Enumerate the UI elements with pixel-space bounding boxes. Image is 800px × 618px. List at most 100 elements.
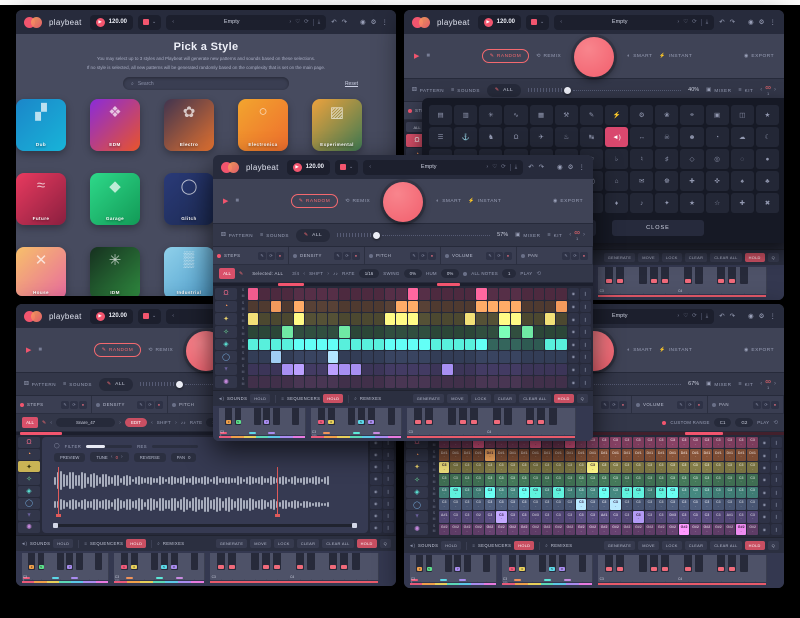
step-cell[interactable] (556, 364, 566, 376)
kit-button[interactable]: ≡KIT (738, 87, 753, 93)
track-icon-4[interactable]: ✧ (18, 473, 40, 484)
preset-next-icon[interactable]: › (289, 19, 291, 25)
mixer-button[interactable]: ▣MIXER (706, 381, 731, 387)
style-tile-house[interactable]: ✕House (16, 247, 66, 296)
download-icon[interactable]: ⤓ (318, 19, 320, 26)
pitch-cell[interactable]: G#2⌄ (690, 524, 700, 535)
row-fader[interactable]: ∥ (580, 288, 591, 300)
record-dot[interactable] (217, 254, 221, 258)
all-notes-value[interactable]: 1 (502, 269, 516, 278)
track-icon-7[interactable]: ♆ (18, 510, 40, 521)
black-key[interactable]: 3 (519, 555, 526, 572)
sounds-hold-button[interactable]: HOLD (53, 539, 73, 548)
kebab-icon[interactable]: ⋮ (579, 163, 586, 171)
row-output-button[interactable]: ◉ (759, 524, 770, 535)
step-cell[interactable] (339, 376, 349, 388)
step-cell[interactable] (317, 376, 327, 388)
style-tile-industrial[interactable]: ▒Industrial (164, 247, 214, 296)
pitch-cell[interactable]: C3⌄ (450, 499, 460, 510)
pattern-toggle[interactable]: ⚄PATTERN (221, 232, 253, 238)
step-cell[interactable] (534, 301, 544, 313)
black-key[interactable]: 7 (454, 555, 461, 572)
step-cell[interactable] (408, 351, 418, 363)
midi-toggle[interactable]: ⌄ (526, 15, 549, 30)
pitch-cell[interactable]: C3⌄ (565, 474, 575, 485)
pitch-cell[interactable]: C3⌄ (633, 474, 643, 485)
pitch-cell[interactable]: D#1⌄ (667, 449, 677, 460)
step-cell[interactable] (385, 301, 395, 313)
step-cell[interactable] (305, 351, 315, 363)
style-tile-electronica[interactable]: ○Electronica (238, 99, 288, 151)
pitch-cell[interactable]: C3⌄ (622, 487, 632, 498)
pitch-cell[interactable]: C3⌄ (462, 474, 472, 485)
style-tile-glitch[interactable]: ◯Glitch (164, 173, 214, 225)
pitch-cell[interactable]: D#1⌄ (713, 449, 723, 460)
step-cell[interactable] (545, 301, 555, 313)
black-key[interactable] (307, 553, 315, 570)
pitch-cell[interactable]: C3⌄ (439, 474, 449, 485)
step-cell[interactable] (294, 288, 304, 300)
pitch-cell[interactable]: C3⌄ (747, 487, 757, 498)
pattern-selector[interactable]: ‹∞1› (569, 230, 585, 241)
chevron-left-icon[interactable]: ‹ (151, 420, 153, 426)
instant-button[interactable]: ⚡INSTANT (468, 198, 501, 204)
pitch-cell[interactable]: C3⌄ (690, 462, 700, 473)
pitch-cell[interactable]: C3⌄ (633, 437, 643, 448)
refresh-icon[interactable]: ⟳ (501, 164, 506, 170)
step-cell[interactable] (408, 376, 418, 388)
sound-icon[interactable]: ✈ (530, 127, 553, 147)
pitch-cell[interactable]: G#2⌄ (713, 524, 723, 535)
sound-icon[interactable]: ♨ (555, 127, 578, 147)
pencil-icon[interactable]: ✎ (61, 401, 69, 409)
step-cell[interactable] (511, 288, 521, 300)
pitch-cell[interactable]: C3⌄ (736, 474, 746, 485)
step-cell[interactable] (317, 288, 327, 300)
mute-button[interactable]: M (433, 506, 436, 509)
mute-button[interactable]: M (433, 518, 436, 521)
step-cell[interactable] (282, 364, 292, 376)
pitch-cell[interactable]: C3⌄ (679, 474, 689, 485)
step-cell[interactable] (339, 351, 349, 363)
play-label[interactable]: PLAY (520, 271, 532, 276)
step-cell[interactable] (431, 351, 441, 363)
instant-button[interactable]: ⚡INSTANT (659, 347, 692, 353)
sounds-hold-button[interactable]: HOLD (250, 394, 270, 403)
sound-icon[interactable]: ★ (680, 193, 703, 213)
step-cell[interactable] (259, 301, 269, 313)
step-cell[interactable] (545, 376, 555, 388)
pitch-cell[interactable]: G#2⌄ (599, 524, 609, 535)
step-cell[interactable] (442, 301, 452, 313)
chevron-right-icon[interactable]: › (583, 232, 585, 238)
pitch-cell[interactable]: C3⌄ (485, 474, 495, 485)
step-cell[interactable] (442, 313, 452, 325)
pitch-cell[interactable]: C3⌄ (725, 499, 735, 510)
black-key[interactable]: 5 (161, 553, 168, 570)
black-key[interactable] (526, 408, 534, 425)
row-fader[interactable]: ∥ (771, 449, 782, 460)
pattern-toggle[interactable]: ⚄PATTERN (412, 87, 444, 93)
preset-next-icon[interactable]: › (677, 313, 679, 319)
pattern-selector[interactable]: ‹∞1› (760, 379, 776, 390)
step-cell[interactable] (476, 326, 486, 338)
step-cell[interactable] (248, 313, 258, 325)
pitch-cell[interactable]: C3⌄ (439, 487, 449, 498)
row-output-button[interactable]: ◉ (370, 473, 382, 484)
step-cell[interactable] (351, 351, 361, 363)
kebab-icon[interactable]: ⋮ (770, 312, 777, 320)
zoom-handle-right[interactable] (352, 523, 357, 528)
record-dot[interactable] (445, 254, 449, 258)
step-cell[interactable] (282, 376, 292, 388)
refresh-icon[interactable]: ⟳ (70, 401, 78, 409)
pitch-cell[interactable]: D#1⌄ (542, 449, 552, 460)
section-volume[interactable]: VOLUME✎⟳● (441, 247, 517, 264)
track-icon-7[interactable]: ♆ (215, 364, 237, 376)
pitch-cell[interactable]: C3⌄ (519, 499, 529, 510)
step-cell[interactable] (556, 301, 566, 313)
preset-prev-icon[interactable]: ‹ (172, 19, 174, 25)
row-output-button[interactable]: ◉ (370, 498, 382, 509)
step-cell[interactable] (476, 288, 486, 300)
track-icon-3[interactable]: ✦ (215, 313, 237, 325)
pitch-cell[interactable]: C3⌄ (645, 437, 655, 448)
sound-icon[interactable]: ♮ (630, 149, 653, 169)
close-button[interactable]: CLOSE (612, 220, 704, 236)
